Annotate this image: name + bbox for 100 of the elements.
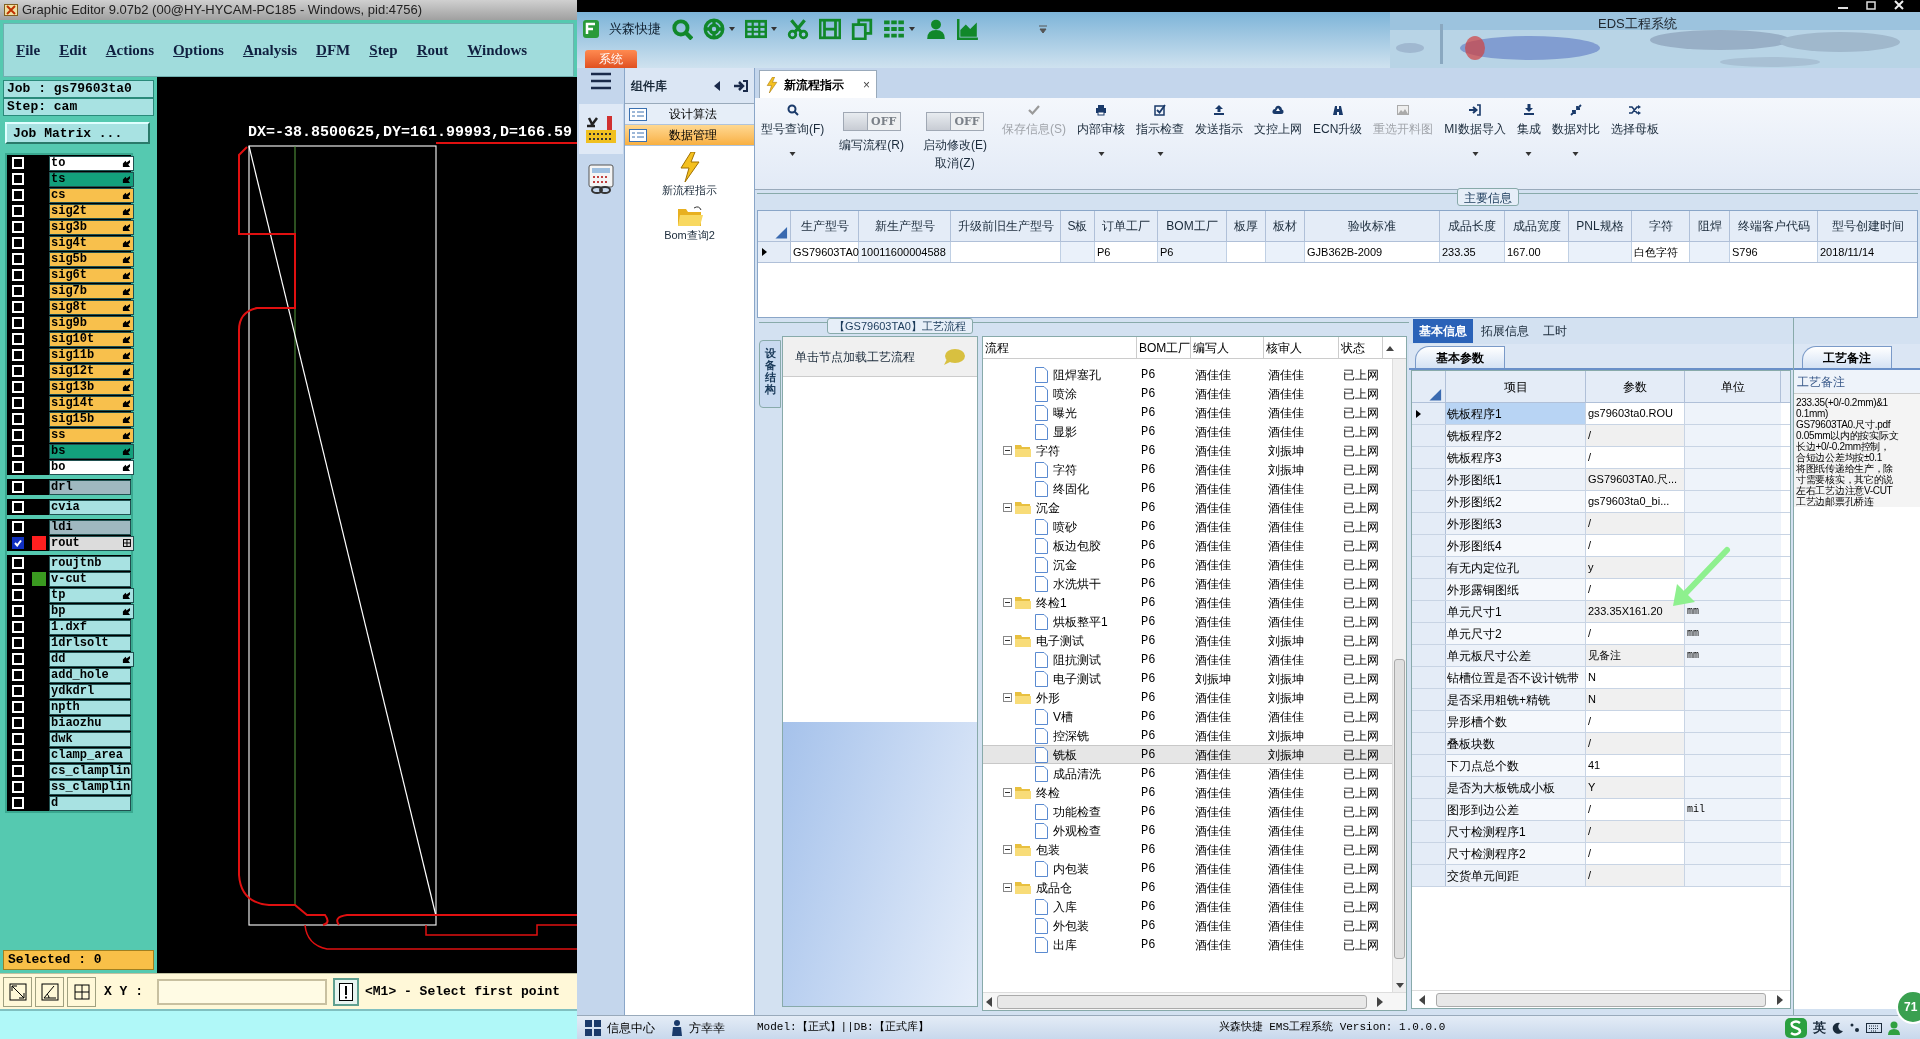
side-tab[interactable]: 设备结构 <box>759 340 781 408</box>
row-header[interactable] <box>1412 403 1446 424</box>
layer-name[interactable]: ydkdrl <box>49 683 131 699</box>
tree-row[interactable]: 水洗烘干 P6 酒佳佳 酒佳佳 已上网 <box>983 574 1392 593</box>
tree-label[interactable]: 阻焊塞孔 <box>1053 365 1101 384</box>
layer-name[interactable]: dd <box>49 651 135 667</box>
collapse-icon[interactable] <box>1003 446 1012 455</box>
column-header[interactable]: 生产型号 <box>791 211 859 241</box>
tree-label[interactable]: 控深铣 <box>1053 726 1089 745</box>
column-header[interactable]: 型号创建时间 <box>1818 211 1917 241</box>
scrollbar-thumb[interactable] <box>1436 992 1766 1007</box>
close-icon[interactable] <box>1892 0 1906 10</box>
layer-name[interactable]: ts <box>49 171 135 187</box>
tree-row[interactable]: 入库 P6 酒佳佳 酒佳佳 已上网 <box>983 897 1392 916</box>
table-cell[interactable]: 叠板块数 <box>1446 733 1586 754</box>
column-header[interactable]: 终端客户代码 <box>1730 211 1818 241</box>
copy-icon[interactable] <box>851 17 873 40</box>
tree-label[interactable]: 成品清洗 <box>1053 764 1101 783</box>
tree-row[interactable]: 板边包胶 P6 酒佳佳 酒佳佳 已上网 <box>983 536 1392 555</box>
status-item[interactable]: 方幸幸 <box>671 1018 725 1037</box>
tool-button[interactable]: 新流程指示 <box>625 152 754 199</box>
table-cell[interactable]: 交货单元间距 <box>1446 865 1586 886</box>
scroll-left-icon[interactable] <box>1418 994 1426 1005</box>
tree-label[interactable]: 沉金 <box>1053 555 1077 574</box>
column-header[interactable]: 状态 <box>1339 337 1383 358</box>
customize-icon[interactable] <box>1039 24 1047 33</box>
menu-item[interactable]: Rout <box>416 38 449 62</box>
table-cell[interactable]: 钻槽位置是否不设计铣带 <box>1446 667 1586 688</box>
layer-name[interactable]: sig10t <box>49 331 135 347</box>
tree-row[interactable]: 电子测试 P6 刘振坤 刘振坤 已上网 <box>983 669 1392 688</box>
column-header[interactable]: 订单工厂 <box>1095 211 1158 241</box>
tree-label[interactable]: 电子测试 <box>1053 669 1101 688</box>
layer-name[interactable]: rout <box>49 535 135 551</box>
table-cell[interactable]: 铣板程序1 <box>1446 403 1586 424</box>
tree-row[interactable]: V槽 P6 酒佳佳 酒佳佳 已上网 <box>983 707 1392 726</box>
table-cell[interactable]: 有无内定位孔 <box>1446 557 1586 578</box>
film-icon[interactable] <box>819 17 841 40</box>
layer-name[interactable]: ss <box>49 427 135 443</box>
tree-row[interactable]: 外包装 P6 酒佳佳 酒佳佳 已上网 <box>983 916 1392 935</box>
tree-label[interactable]: 水洗烘干 <box>1053 574 1101 593</box>
table-cell[interactable]: 下刀点总个数 <box>1446 755 1586 776</box>
tree-row[interactable]: 控深铣 P6 酒佳佳 刘振坤 已上网 <box>983 726 1392 745</box>
collapse-icon[interactable] <box>1003 503 1012 512</box>
layer-name[interactable]: cs_clamplin <box>49 763 133 779</box>
toggle-label[interactable]: 启动修改(E) <box>923 136 987 154</box>
alert-button[interactable] <box>333 977 359 1006</box>
scroll-right-icon[interactable] <box>1776 994 1784 1005</box>
search-icon[interactable] <box>671 17 693 40</box>
layer-name[interactable]: add_hole <box>49 667 131 683</box>
layer-name[interactable]: sig13b <box>49 379 135 395</box>
tree-row[interactable]: 外观检查 P6 酒佳佳 酒佳佳 已上网 <box>983 821 1392 840</box>
ribbon-button[interactable]: MI数据导入 <box>1442 104 1508 156</box>
layer-name[interactable]: bs <box>49 443 135 459</box>
layer-name[interactable]: sig3b <box>49 219 135 235</box>
column-header[interactable]: 流程 <box>983 337 1137 358</box>
tree-label[interactable]: 烘板整平1 <box>1053 612 1108 631</box>
tool-button[interactable]: Bom查询2 <box>625 204 754 243</box>
tree-row[interactable]: 字符 P6 酒佳佳 刘振坤 已上网 <box>983 460 1392 479</box>
tree-row[interactable]: 终检 P6 酒佳佳 酒佳佳 已上网 <box>983 783 1392 802</box>
scissors-icon[interactable] <box>787 17 809 40</box>
tree-label[interactable]: 沉金 <box>1036 498 1060 517</box>
document-tab[interactable]: 新流程指示 <box>784 75 844 94</box>
tree-label[interactable]: 终固化 <box>1053 479 1089 498</box>
nav-item[interactable]: 数据管理 <box>625 125 754 146</box>
tree-row[interactable]: 沉金 P6 酒佳佳 酒佳佳 已上网 <box>983 555 1392 574</box>
tree-label[interactable]: 喷砂 <box>1053 517 1077 536</box>
table-cell[interactable]: 外形图纸3 <box>1446 513 1586 534</box>
column-header[interactable]: 验收标准 <box>1305 211 1440 241</box>
layer-name[interactable]: sig12t <box>49 363 135 379</box>
cancel-button[interactable]: 取消(Z) <box>935 154 975 172</box>
ime-indicator[interactable]: 英 <box>1813 1017 1826 1038</box>
column-header[interactable]: 字符 <box>1632 211 1690 241</box>
layer-name[interactable]: sig2t <box>49 203 135 219</box>
layer-name[interactable]: ss_clamplin <box>49 779 133 795</box>
person-icon[interactable] <box>925 17 947 40</box>
tree-label[interactable]: 终检1 <box>1036 593 1067 612</box>
layer-name[interactable]: cs <box>49 187 135 203</box>
tree-label[interactable]: 功能检查 <box>1053 802 1101 821</box>
grid-snap-button[interactable] <box>67 976 96 1007</box>
tree-row[interactable]: 出库 P6 酒佳佳 酒佳佳 已上网 <box>983 935 1392 954</box>
tree-label[interactable]: 成品仓 <box>1036 878 1072 897</box>
table-cell[interactable]: 图形到边公差 <box>1446 799 1586 820</box>
left-arrow-icon[interactable] <box>714 80 720 91</box>
layer-name[interactable]: roujtnb <box>49 555 131 571</box>
restore-icon[interactable] <box>1864 0 1878 10</box>
layer-name[interactable]: bp <box>49 603 135 619</box>
tab[interactable]: 拓展信息 <box>1475 319 1535 343</box>
table-cell[interactable]: 单元尺寸2 <box>1446 623 1586 644</box>
layer-name[interactable]: drl <box>49 479 131 495</box>
s-logo-icon[interactable] <box>1785 1017 1807 1038</box>
tree-label[interactable]: 喷涂 <box>1053 384 1077 403</box>
tree-label[interactable]: 内包装 <box>1053 859 1089 878</box>
nav-item[interactable]: 设计算法 <box>625 104 754 125</box>
tree-label[interactable]: 电子测试 <box>1036 631 1084 650</box>
menu-item[interactable]: Analysis <box>242 38 298 62</box>
column-header[interactable]: 阻焊 <box>1690 211 1730 241</box>
tree-label[interactable]: 字符 <box>1036 441 1060 460</box>
tree-label[interactable]: 终检 <box>1036 783 1060 802</box>
column-header[interactable]: 编写人 <box>1191 337 1264 358</box>
layer-name[interactable]: clamp_area <box>49 747 131 763</box>
